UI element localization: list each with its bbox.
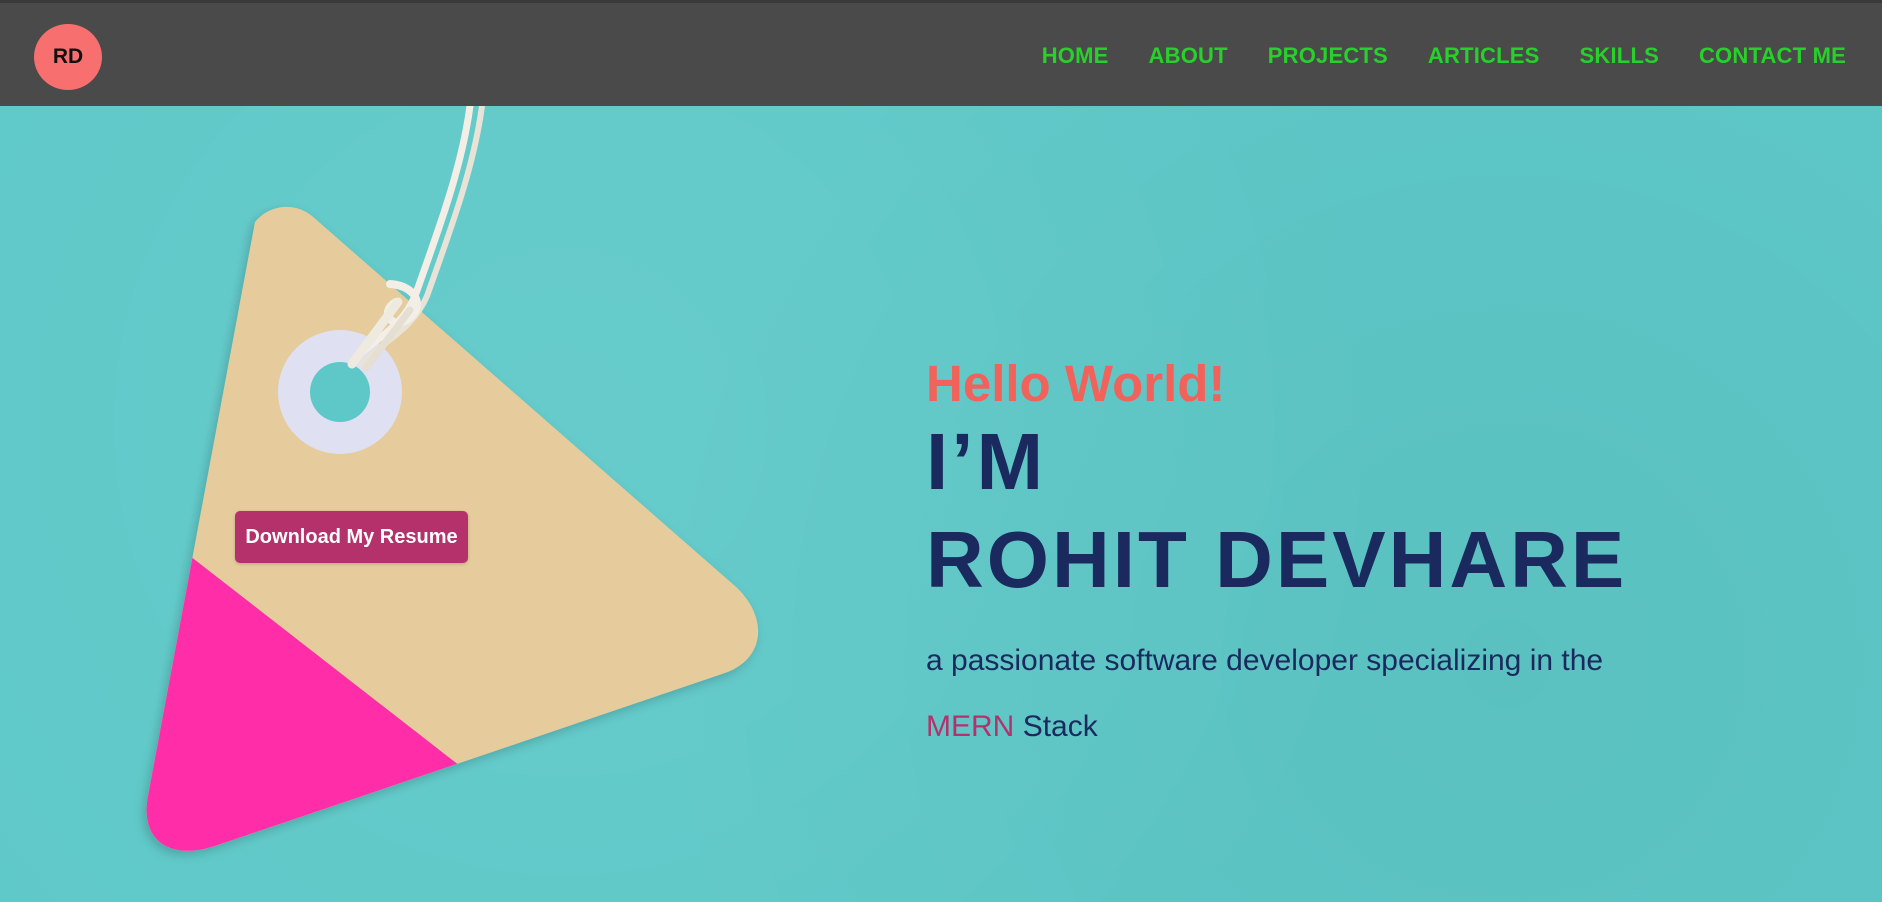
nav-item-projects: PROJECTS [1268, 43, 1388, 69]
nav-link-projects[interactable]: PROJECTS [1268, 43, 1388, 68]
nav-item-home: HOME [1042, 43, 1109, 69]
nav-link-skills[interactable]: SKILLS [1580, 43, 1659, 68]
nav-item-about: ABOUT [1149, 43, 1228, 69]
nav-link-home[interactable]: HOME [1042, 43, 1109, 68]
nav-menu: HOME ABOUT PROJECTS ARTICLES SKILLS CONT… [1042, 3, 1846, 109]
price-tag-illustration [146, 106, 759, 851]
hero-intro: I’M [926, 417, 1047, 506]
tagline-highlight: MERN [926, 710, 1015, 743]
hero-tagline: a passionate software developer speciali… [926, 628, 1666, 760]
nav-link-contact[interactable]: CONTACT ME [1699, 43, 1846, 68]
nav-link-about[interactable]: ABOUT [1149, 43, 1228, 68]
hero-greeting: Hello World! [926, 355, 1226, 412]
nav-item-contact: CONTACT ME [1699, 43, 1846, 69]
logo-avatar[interactable]: RD [34, 24, 102, 90]
page: RD HOME ABOUT PROJECTS ARTICLES SKILLS C… [0, 0, 1882, 902]
navbar: RD HOME ABOUT PROJECTS ARTICLES SKILLS C… [0, 0, 1882, 106]
hero-section: Hello World! I’M ROHIT DEVHARE a passion… [926, 354, 1826, 760]
tagline-end: Stack [1022, 710, 1098, 743]
nav-link-articles[interactable]: ARTICLES [1428, 43, 1540, 68]
tagline-start: a passionate software developer speciali… [926, 644, 1604, 677]
download-resume-button[interactable]: Download My Resume [235, 511, 468, 563]
nav-item-skills: SKILLS [1580, 43, 1659, 69]
nav-item-articles: ARTICLES [1428, 43, 1540, 69]
hero-name: ROHIT DEVHARE [926, 515, 1628, 604]
